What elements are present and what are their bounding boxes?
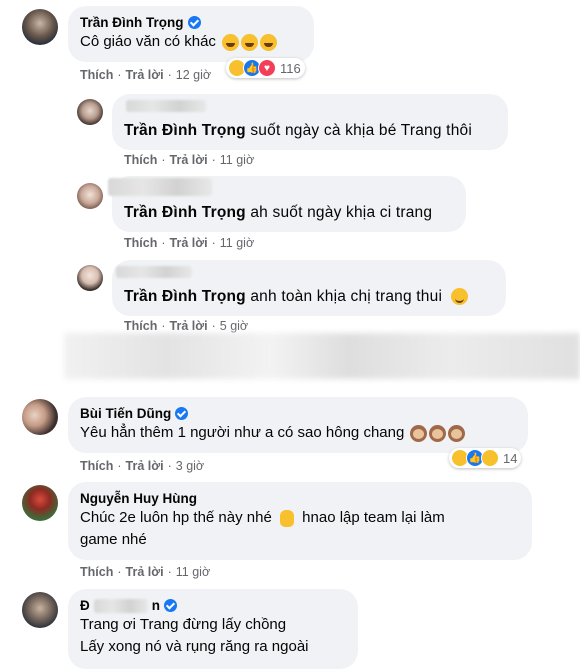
blurred-author-name [126,100,206,112]
love-reaction-icon: ♥ [258,59,276,77]
avatar[interactable] [22,399,58,435]
comment-bubble: Trần Đình Trọng suốt ngày cà khịa bé Tra… [112,94,508,150]
verified-badge-icon [187,16,201,29]
avatar[interactable] [22,485,58,521]
comment-actions: Thích · Trả lời · 3 giờ [80,459,205,473]
like-button[interactable]: Thích [124,319,157,333]
comment-actions: Thích · Trả lời · 11 giờ [124,236,255,250]
blurred-author-name [93,598,148,613]
reaction-summary[interactable]: 👍 ♥ 116 [226,58,305,78]
see-no-evil-monkey-icon [410,424,428,442]
comment-author[interactable]: Bùi Tiến Dũng [80,405,171,422]
reply-button[interactable]: Trả lời [126,68,164,82]
comment-actions: Thích · Trả lời · 11 giờ [80,565,211,579]
comment-time[interactable]: 11 giờ [220,236,254,250]
comment-time[interactable]: 12 giờ [176,68,211,82]
like-button[interactable]: Thích [80,459,113,473]
reply-button[interactable]: Trả lời [170,236,208,250]
reply-button[interactable]: Trả lời [170,153,208,167]
mention-link[interactable]: Trần Đình Trọng [124,288,246,305]
comment-bubble: Nguyễn Huy Hùng Chúc 2e luôn hp thế này … [68,482,532,560]
avatar[interactable] [77,183,103,209]
comment-bubble: Bùi Tiến Dũng Yêu hẳn thêm 1 người như a… [68,397,528,453]
avatar[interactable] [22,592,58,628]
comment-text-line2: Lấy xong nó và rụng răng ra ngoài [80,638,309,655]
comment-text-line1: Trang ơi Trang đừng lấy chồng [80,616,287,633]
comment-actions: Thích · Trả lời · 12 giờ [80,68,212,82]
blurred-region [64,333,580,379]
mention-link[interactable]: Trần Đình Trọng [124,204,246,221]
comment-bubble: Đ n Trang ơi Trang đừng lấy chồng Lấy xo… [68,589,358,669]
comment-time[interactable]: 11 giờ [176,565,210,579]
comment-author-initial[interactable]: Đ [80,597,90,614]
blurred-author-name [116,266,192,278]
comment-text: Yêu hẳn thêm 1 người như a có sao hông c… [80,424,405,441]
haha-emoji-icon [222,33,240,51]
blurred-author-name [108,178,212,196]
victory-hand-icon [280,509,294,527]
comment-text-line1: Chúc 2e luôn hp thế này nhé [80,509,272,526]
comment-author[interactable]: Trần Đình Trọng [80,14,184,31]
like-button[interactable]: Thích [124,236,157,250]
reaction-summary[interactable]: 👍 14 [449,448,522,468]
reaction-count: 116 [280,60,301,76]
comment-actions: Thích · Trả lời · 11 giờ [124,153,255,167]
reply-button[interactable]: Trả lời [126,565,164,579]
see-no-evil-monkey-icon [429,424,447,442]
comment-bubble: Trần Đình Trọng ah suốt ngày khịa ci tra… [108,176,466,232]
reply-button[interactable]: Trả lời [170,319,208,333]
comment-text: Cô giáo văn có khác [80,33,216,50]
verified-badge-icon [175,407,189,420]
comment-author-end[interactable]: n [152,597,160,614]
comment-text-line2: game nhé [80,531,147,548]
avatar[interactable] [22,9,58,45]
like-button[interactable]: Thích [124,153,157,167]
like-button[interactable]: Thích [80,68,113,82]
haha-emoji-icon [260,33,278,51]
comment-time[interactable]: 11 giờ [220,153,254,167]
reply-button[interactable]: Trả lời [126,459,164,473]
comment-text: anh toàn khịa chị trang thui [250,288,443,305]
comment-text: ah suốt ngày khịa ci trang [250,204,433,221]
comment-author[interactable]: Nguyễn Huy Hùng [80,490,197,507]
comment-bubble: Trần Đình Trọng Cô giáo văn có khác [68,6,314,62]
avatar[interactable] [77,99,103,125]
haha-emoji-icon [241,33,259,51]
reaction-count: 14 [503,450,518,466]
sad-reaction-icon [481,449,499,467]
verified-badge-icon [164,599,177,612]
comment-actions: Thích · Trả lời · 5 giờ [124,319,249,333]
comment-bubble: Trần Đình Trọng anh toàn khịa chị trang … [112,260,506,316]
comment-text-line1-continued: hnao lập team lại làm [302,509,445,526]
mention-link[interactable]: Trần Đình Trọng [124,122,246,139]
comment-time[interactable]: 5 giờ [220,319,248,333]
comment-time[interactable]: 3 giờ [176,459,204,473]
see-no-evil-monkey-icon [448,424,466,442]
like-button[interactable]: Thích [80,565,113,579]
comment-text: suốt ngày cà khịa bé Trang thôi [250,122,472,139]
wink-emoji-icon [450,288,468,306]
avatar[interactable] [77,265,103,291]
